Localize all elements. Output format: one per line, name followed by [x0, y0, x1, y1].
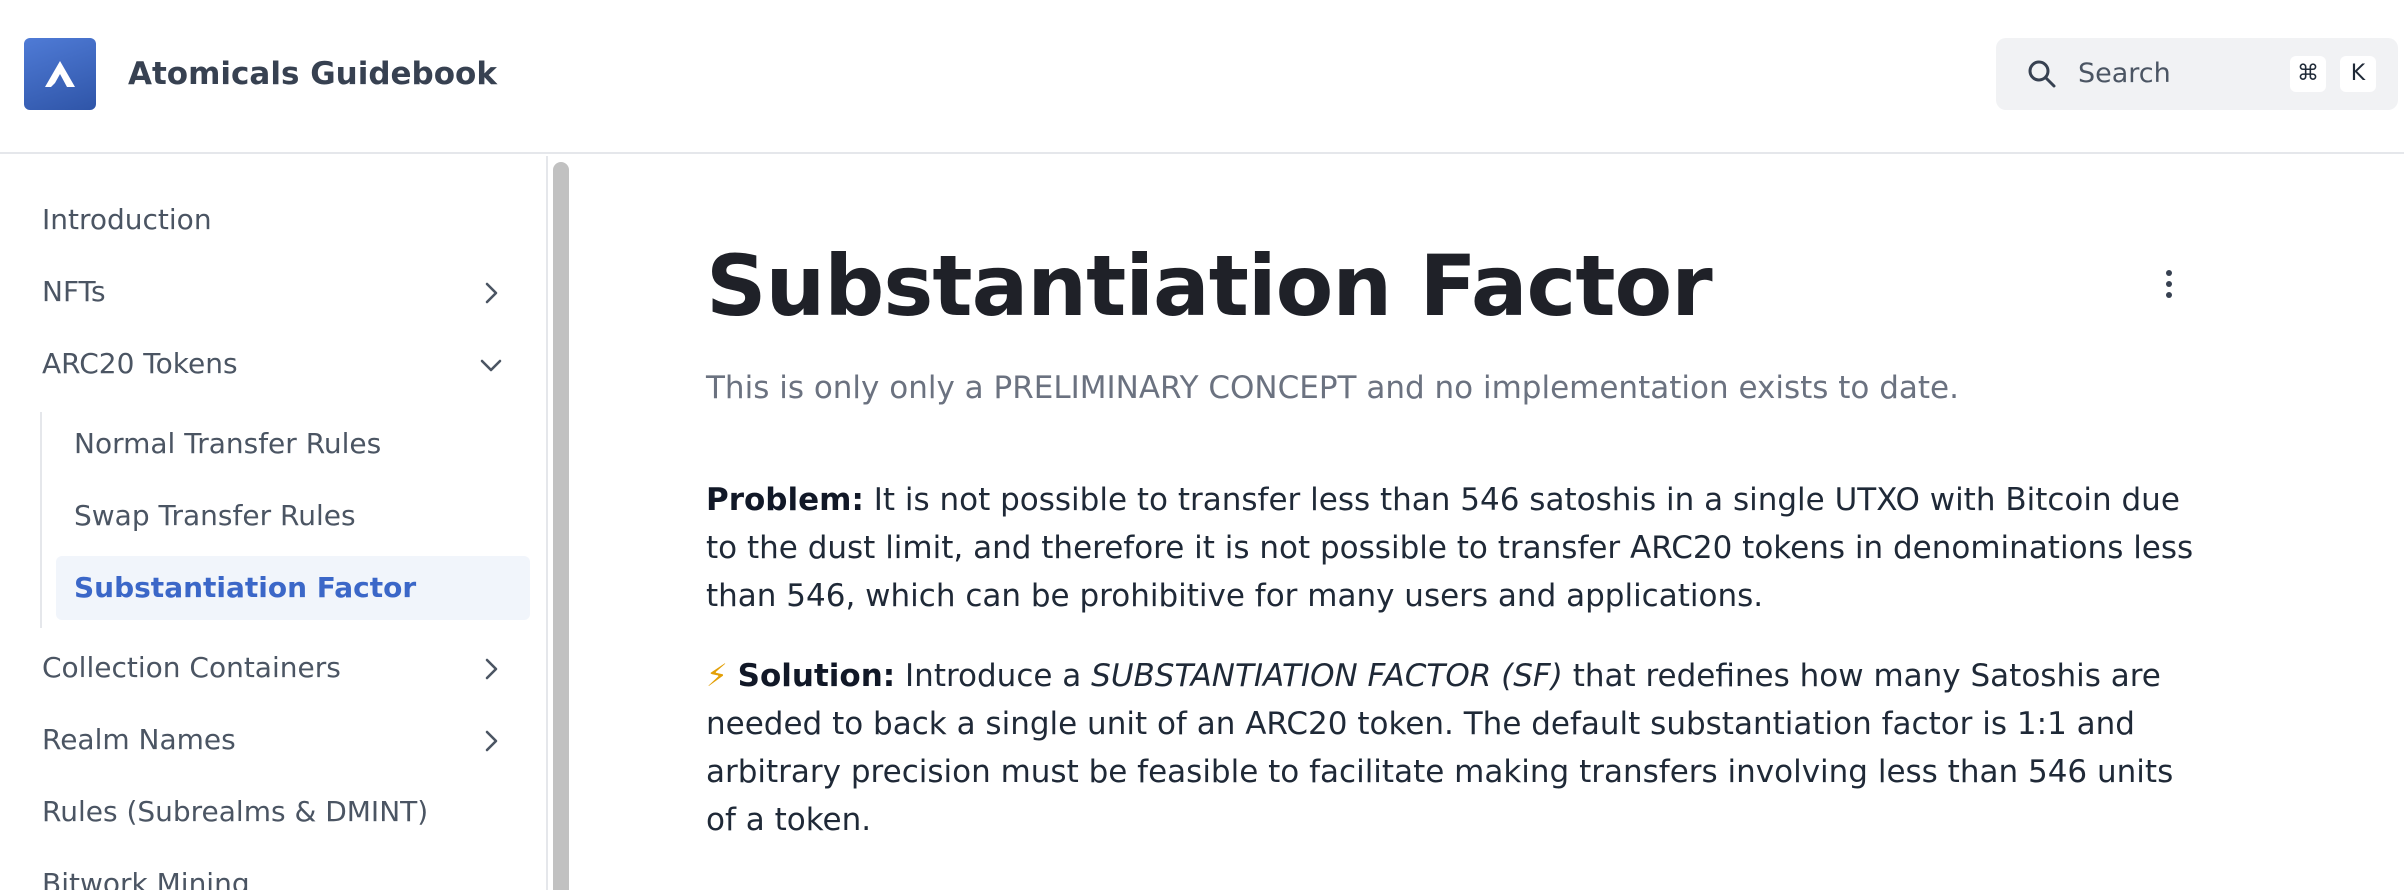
problem-paragraph: Problem: It is not possible to transfer … — [706, 476, 2196, 620]
chevron-right-icon[interactable] — [478, 656, 504, 682]
shortcut-key-command: ⌘ — [2290, 56, 2326, 92]
sidebar-item-swap-transfer-rules[interactable]: Swap Transfer Rules — [74, 492, 356, 540]
sidebar-item-normal-transfer-rules[interactable]: Normal Transfer Rules — [74, 420, 381, 468]
search-button[interactable]: Search ⌘ K — [1996, 38, 2398, 110]
chevron-down-icon[interactable] — [478, 352, 504, 378]
solution-paragraph: ⚡ Solution: Introduce a SUBSTANTIATION F… — [706, 652, 2196, 844]
submenu-divider — [40, 412, 42, 628]
sidebar-scrollbar-thumb[interactable] — [553, 162, 569, 890]
sidebar-item-bitwork-mining[interactable]: Bitwork Mining — [42, 860, 250, 890]
more-options-icon[interactable] — [2156, 266, 2182, 302]
page-title: Substantiation Factor — [706, 237, 1713, 335]
atomicals-logo-icon[interactable] — [24, 38, 96, 110]
problem-text: It is not possible to transfer less than… — [706, 482, 2194, 614]
problem-label: Problem: — [706, 482, 864, 518]
chevron-right-icon[interactable] — [478, 280, 504, 306]
site-title[interactable]: Atomicals Guidebook — [128, 52, 497, 96]
solution-emphasis: SUBSTANTIATION FACTOR (SF) — [1091, 658, 1563, 694]
search-icon — [2028, 60, 2056, 88]
sidebar-item-substantiation-factor[interactable]: Substantiation Factor — [74, 564, 416, 612]
sidebar-item-rules[interactable]: Rules (Subrealms & DMINT) — [42, 788, 428, 836]
search-label: Search — [2078, 58, 2171, 89]
lightning-icon: ⚡ — [706, 658, 728, 694]
sidebar-item-collection-containers[interactable]: Collection Containers — [42, 644, 341, 692]
sidebar-nav: Introduction NFTs ARC20 Tokens Normal Tr… — [0, 156, 548, 890]
shortcut-key-k: K — [2340, 56, 2376, 92]
sidebar-item-arc20-tokens[interactable]: ARC20 Tokens — [42, 340, 238, 388]
sidebar-item-introduction[interactable]: Introduction — [42, 196, 212, 244]
sidebar-item-nfts[interactable]: NFTs — [42, 268, 106, 316]
page-lead-text: This is only only a PRELIMINARY CONCEPT … — [706, 370, 1959, 406]
chevron-right-icon[interactable] — [478, 728, 504, 754]
top-header: Atomicals Guidebook Search ⌘ K — [0, 0, 2404, 154]
sidebar-item-realm-names[interactable]: Realm Names — [42, 716, 236, 764]
solution-text-before: Introduce a — [905, 658, 1082, 694]
solution-label: Solution: — [737, 658, 896, 694]
